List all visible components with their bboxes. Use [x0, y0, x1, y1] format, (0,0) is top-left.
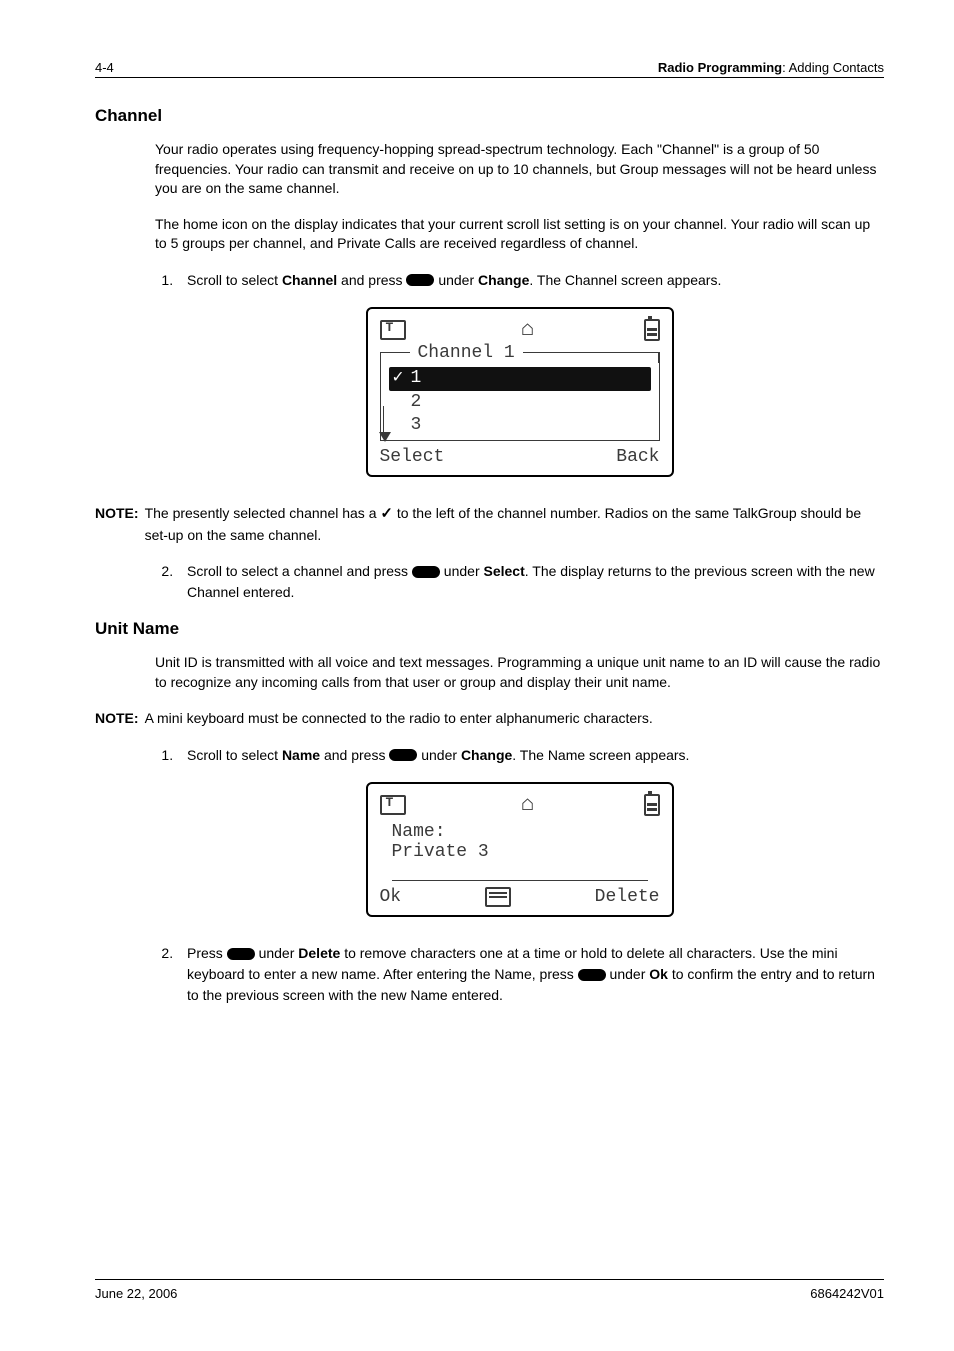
- channel-list-row-selected: ✓1: [389, 367, 651, 391]
- channel-list-row: 2: [389, 391, 651, 415]
- softkey-icon: [412, 566, 440, 578]
- name-softkey-right: Delete: [595, 887, 660, 908]
- channel-row-2: 2: [411, 392, 422, 414]
- name-lcd-line2: Private 3: [392, 842, 654, 862]
- scroll-down-icon: [379, 432, 391, 442]
- softkey-icon: [578, 969, 606, 981]
- header-section-rest: : Adding Contacts: [782, 60, 884, 75]
- channel-step2-c: Select: [484, 563, 525, 579]
- channel-step2-a: Scroll to select a channel and press: [187, 563, 412, 579]
- battery-icon: [644, 794, 660, 816]
- channel-lcd: ⌂ Channel 1 ✓1 2 3 Select: [366, 307, 674, 477]
- channel-step1: Scroll to select Channel and press under…: [177, 270, 884, 291]
- unitname-step2-b: under: [255, 945, 299, 961]
- channel-step1-b: Channel: [282, 272, 337, 288]
- channel-softkey-right: Back: [616, 447, 659, 467]
- page-number: 4-4: [95, 60, 114, 75]
- unitname-para1: Unit ID is transmitted with all voice an…: [155, 653, 884, 692]
- channel-step1-f: . The Channel screen appears.: [529, 272, 721, 288]
- unitname-step1-f: . The Name screen appears.: [512, 747, 689, 763]
- name-lcd-line1: Name:: [392, 822, 654, 842]
- channel-step1-d: under: [434, 272, 478, 288]
- talk-icon: [380, 320, 406, 340]
- channel-row-1: 1: [411, 368, 422, 390]
- channel-note-a: The presently selected channel has a: [145, 505, 381, 521]
- note-label: NOTE:: [95, 708, 139, 728]
- footer-date: June 22, 2006: [95, 1286, 177, 1301]
- keyboard-icon: [485, 887, 511, 907]
- header-rule: [95, 77, 884, 78]
- unitname-heading: Unit Name: [95, 619, 884, 639]
- channel-note-text: The presently selected channel has a ✓ t…: [145, 503, 884, 545]
- note-label: NOTE:: [95, 503, 139, 545]
- channel-para1: Your radio operates using frequency-hopp…: [155, 140, 884, 199]
- channel-lcd-title: Channel 1: [410, 343, 523, 363]
- unitname-step2-f: Ok: [649, 966, 668, 982]
- unitname-step1-d: under: [417, 747, 461, 763]
- unitname-step2-c: Delete: [298, 945, 340, 961]
- channel-step2-b: under: [440, 563, 484, 579]
- talk-icon: [380, 795, 406, 815]
- unitname-step1-a: Scroll to select: [187, 747, 282, 763]
- name-softkey-left: Ok: [380, 887, 402, 908]
- home-icon: ⌂: [521, 317, 534, 342]
- softkey-icon: [389, 749, 417, 761]
- unitname-step1-b: Name: [282, 747, 320, 763]
- channel-step1-c: and press: [337, 272, 406, 288]
- channel-step1-e: Change: [478, 272, 529, 288]
- unitname-step1: Scroll to select Name and press under Ch…: [177, 745, 884, 766]
- footer-rule: [95, 1279, 884, 1280]
- unitname-step2-a: Press: [187, 945, 227, 961]
- channel-softkey-left: Select: [380, 447, 445, 467]
- unitname-step2: Press under Delete to remove characters …: [177, 943, 884, 1006]
- name-lcd: ⌂ Name: Private 3 Ok Delete: [366, 782, 674, 918]
- footer-docnum: 6864242V01: [810, 1286, 884, 1301]
- unitname-note-text: A mini keyboard must be connected to the…: [145, 708, 884, 728]
- channel-para2: The home icon on the display indicates t…: [155, 215, 884, 254]
- channel-list-row: 3: [389, 414, 651, 438]
- unitname-step1-e: Change: [461, 747, 512, 763]
- unitname-step1-c: and press: [320, 747, 389, 763]
- softkey-icon: [406, 274, 434, 286]
- channel-step1-a: Scroll to select: [187, 272, 282, 288]
- home-icon: ⌂: [521, 792, 534, 817]
- channel-heading: Channel: [95, 106, 884, 126]
- battery-icon: [644, 319, 660, 341]
- check-icon: ✓: [380, 503, 393, 525]
- channel-step2: Scroll to select a channel and press und…: [177, 561, 884, 603]
- unitname-step2-e: under: [606, 966, 650, 982]
- header-section-bold: Radio Programming: [658, 60, 782, 75]
- header-section: Radio Programming: Adding Contacts: [658, 60, 884, 75]
- channel-row-3: 3: [411, 415, 422, 437]
- softkey-icon: [227, 948, 255, 960]
